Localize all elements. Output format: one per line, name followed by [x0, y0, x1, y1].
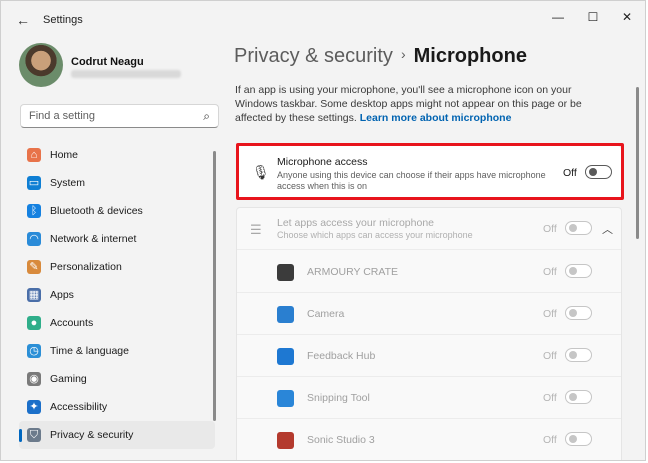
sidebar-item-label: Network & internet	[50, 233, 137, 245]
breadcrumb: Privacy & security › Microphone	[234, 45, 527, 68]
globe-clock-icon: ◷	[27, 344, 41, 358]
sidebar-item-network-internet[interactable]: ◠ Network & internet	[19, 225, 215, 253]
shield-icon: ⛉	[27, 428, 41, 442]
app-toggle-state: Off	[543, 350, 557, 362]
app-row: Camera Off	[237, 293, 621, 335]
app-icon	[277, 432, 294, 449]
title-bar: ← Settings — ☐ ✕	[1, 1, 645, 37]
search-icon: ⌕	[203, 109, 210, 123]
sidebar-item-bluetooth-devices[interactable]: ᛒ Bluetooth & devices	[19, 197, 215, 225]
sidebar-item-personalization[interactable]: ✎ Personalization	[19, 253, 215, 281]
app-toggle[interactable]	[565, 348, 592, 362]
sidebar-item-label: Time & language	[50, 345, 129, 357]
apps-icon: ▦	[27, 288, 41, 302]
app-name: Snipping Tool	[307, 392, 370, 404]
intro-text: If an app is using your microphone, you'…	[235, 83, 615, 125]
apps-access-header[interactable]: ☰ Let apps access your microphone Choose…	[237, 208, 621, 250]
search-placeholder: Find a setting	[29, 110, 96, 122]
maximize-button[interactable]: ☐	[576, 7, 610, 27]
app-toggle[interactable]	[565, 264, 592, 278]
sidebar-item-label: Accounts	[50, 317, 94, 329]
person-icon: ●	[27, 316, 41, 330]
sidebar-item-label: Privacy & security	[50, 429, 134, 441]
app-icon	[277, 264, 294, 281]
apps-access-state: Off	[543, 223, 557, 235]
app-toggle-state: Off	[543, 266, 557, 278]
app-toggle-state: Off	[543, 434, 557, 446]
sidebar-item-system[interactable]: ▭ System	[19, 169, 215, 197]
sidebar-item-label: Personalization	[50, 261, 122, 273]
app-icon	[277, 306, 294, 323]
back-button[interactable]: ←	[13, 10, 33, 30]
main-scrollbar[interactable]	[636, 87, 639, 239]
page-title: Microphone	[413, 45, 527, 67]
red-highlight-box	[236, 143, 624, 200]
learn-more-link[interactable]: Learn more about microphone	[360, 112, 512, 124]
accessibility-icon: ✦	[27, 400, 41, 414]
app-toggle[interactable]	[565, 390, 592, 404]
sidebar-item-label: Bluetooth & devices	[50, 205, 143, 217]
user-email-blurred	[71, 70, 181, 78]
avatar[interactable]	[19, 43, 63, 87]
apps-access-toggle[interactable]	[565, 221, 592, 235]
app-row: Snipping Tool Off	[237, 377, 621, 419]
app-name: Camera	[307, 308, 345, 320]
app-title: Settings	[43, 14, 83, 26]
sidebar-item-home[interactable]: ⌂ Home	[19, 141, 215, 169]
sidebar-item-label: Accessibility	[50, 401, 108, 413]
wifi-icon: ◠	[27, 232, 41, 246]
gamepad-icon: ◉	[27, 372, 41, 386]
sidebar-item-apps[interactable]: ▦ Apps	[19, 281, 215, 309]
sidebar-nav: ⌂ Home ▭ System ᛒ Bluetooth & devices ◠ Network…	[19, 141, 215, 449]
app-row: Sonic Studio 3 Off	[237, 419, 621, 460]
close-button[interactable]: ✕	[610, 7, 644, 27]
monitor-icon: ▭	[27, 176, 41, 190]
sidebar-item-privacy-security[interactable]: ⛉ Privacy & security	[19, 421, 215, 449]
sidebar-item-gaming[interactable]: ◉ Gaming	[19, 365, 215, 393]
sidebar-scrollbar[interactable]	[213, 151, 216, 421]
brush-icon: ✎	[27, 260, 41, 274]
apps-access-card: ☰ Let apps access your microphone Choose…	[236, 207, 622, 460]
apps-access-description: Choose which apps can access your microp…	[277, 230, 473, 240]
app-toggle[interactable]	[565, 432, 592, 446]
breadcrumb-parent[interactable]: Privacy & security	[234, 45, 393, 67]
app-name: Feedback Hub	[307, 350, 376, 362]
minimize-button[interactable]: —	[541, 7, 575, 27]
app-icon	[277, 390, 294, 407]
sidebar-item-label: Apps	[50, 289, 74, 301]
list-icon: ☰	[250, 222, 262, 237]
app-toggle-state: Off	[543, 308, 557, 320]
home-icon: ⌂	[27, 148, 41, 162]
search-input[interactable]: Find a setting ⌕	[20, 104, 219, 128]
apps-access-title: Let apps access your microphone	[277, 217, 435, 229]
sidebar-item-accounts[interactable]: ● Accounts	[19, 309, 215, 337]
sidebar-item-label: System	[50, 177, 86, 189]
settings-window: ← Settings — ☐ ✕ Codrut Neagu Find a set…	[0, 0, 646, 461]
sidebar-item-time-language[interactable]: ◷ Time & language	[19, 337, 215, 365]
sidebar-item-label: Home	[50, 149, 79, 161]
app-toggle-state: Off	[543, 392, 557, 404]
sidebar-item-accessibility[interactable]: ✦ Accessibility	[19, 393, 215, 421]
app-name: ARMOURY CRATE	[307, 266, 399, 278]
app-row: ARMOURY CRATE Off	[237, 251, 621, 293]
chevron-up-icon[interactable]: ︿	[602, 221, 613, 237]
app-icon	[277, 348, 294, 365]
user-name: Codrut Neagu	[71, 56, 144, 68]
bluetooth-icon: ᛒ	[27, 204, 41, 218]
app-row: Feedback Hub Off	[237, 335, 621, 377]
app-toggle[interactable]	[565, 306, 592, 320]
breadcrumb-separator: ›	[400, 46, 406, 62]
app-name: Sonic Studio 3	[307, 434, 375, 446]
sidebar-item-label: Gaming	[50, 373, 87, 385]
